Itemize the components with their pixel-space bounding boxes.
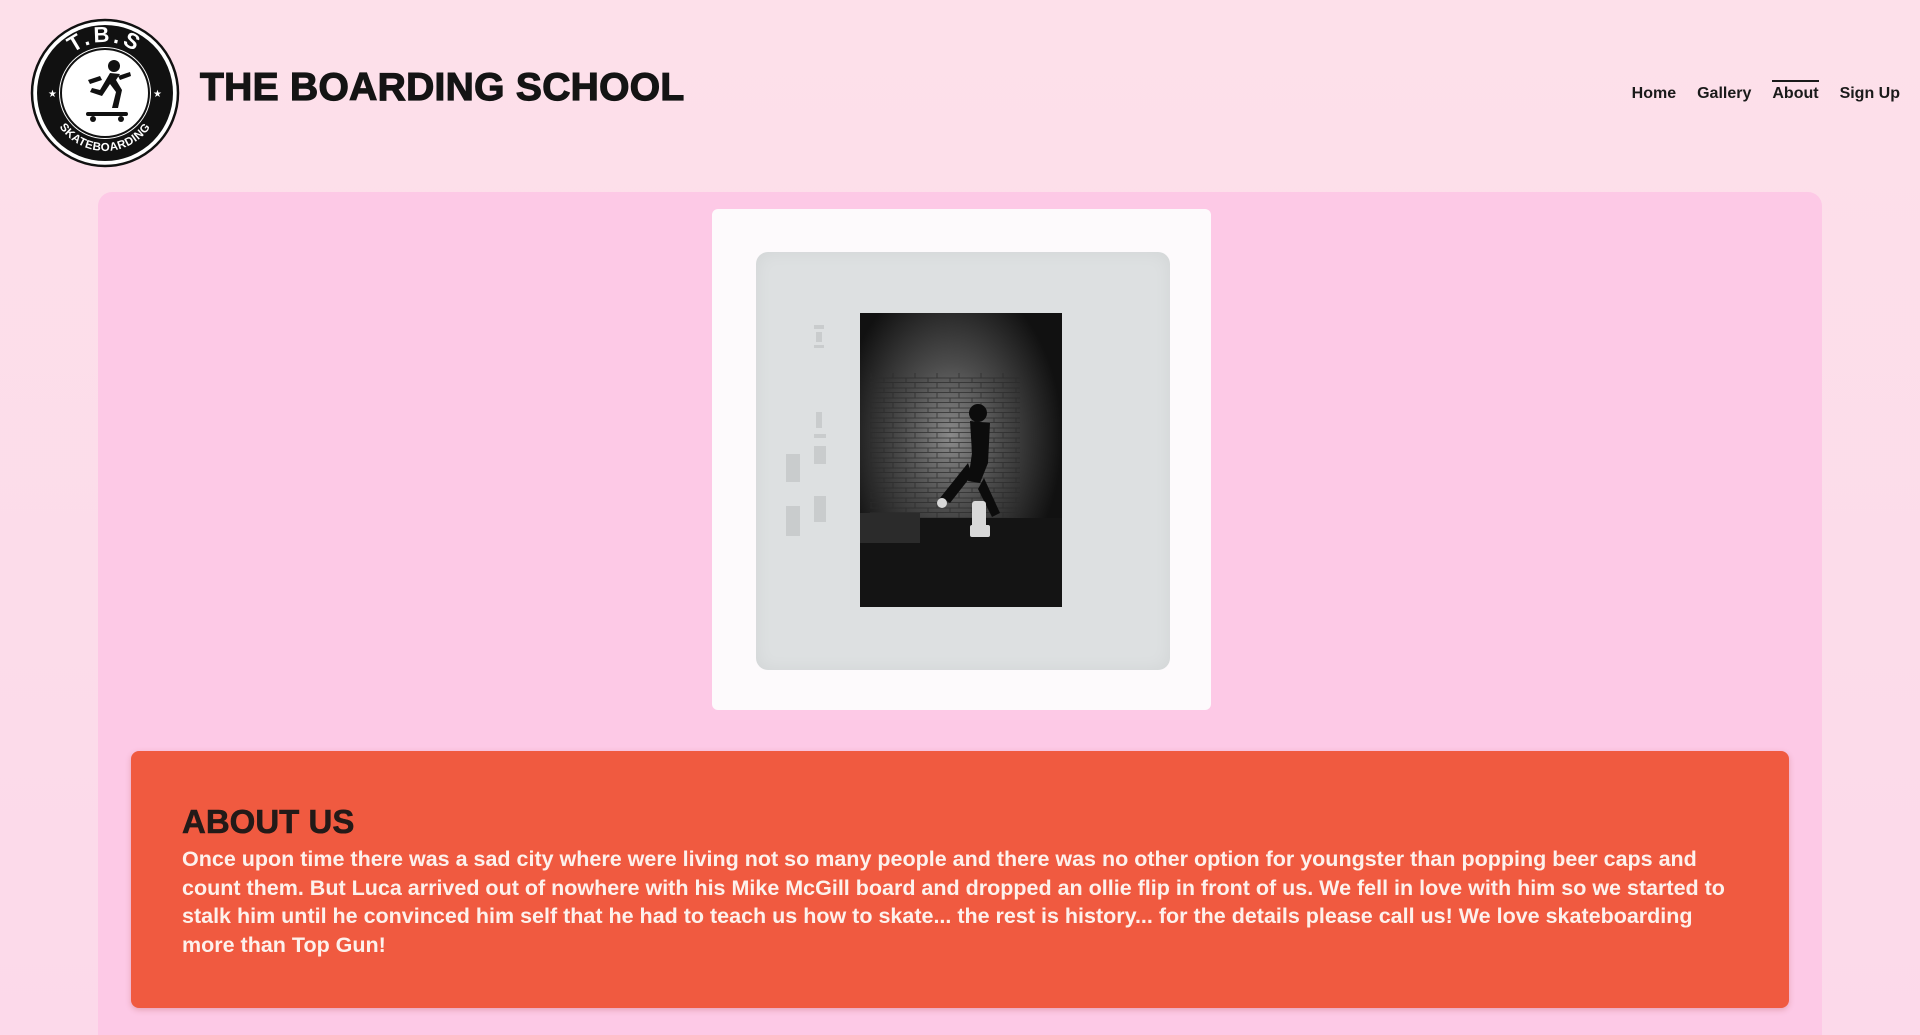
about-text: Once upon time there was a sad city wher…	[182, 847, 1725, 957]
slide-marks	[786, 325, 826, 536]
svg-text:★: ★	[48, 89, 57, 100]
tbs-logo[interactable]: T.B.S SKATEBOARDING ★ ★	[30, 18, 180, 168]
about-title: ABOUT US	[182, 803, 355, 841]
main-nav: Home Gallery About Sign Up	[1632, 80, 1900, 103]
about-card: ABOUT US Once upon time there was a sad …	[131, 751, 1789, 1008]
skater-film-photo	[860, 313, 1062, 607]
nav-sign-up[interactable]: Sign Up	[1840, 83, 1900, 103]
svg-text:★: ★	[153, 89, 162, 100]
nav-gallery[interactable]: Gallery	[1697, 83, 1751, 103]
nav-home[interactable]: Home	[1632, 83, 1676, 103]
page: T.B.S SKATEBOARDING ★ ★ THE BOARDING SCH…	[0, 0, 1920, 1035]
site-title: THE BOARDING SCHOOL	[199, 65, 685, 109]
nav-about[interactable]: About	[1772, 80, 1819, 103]
